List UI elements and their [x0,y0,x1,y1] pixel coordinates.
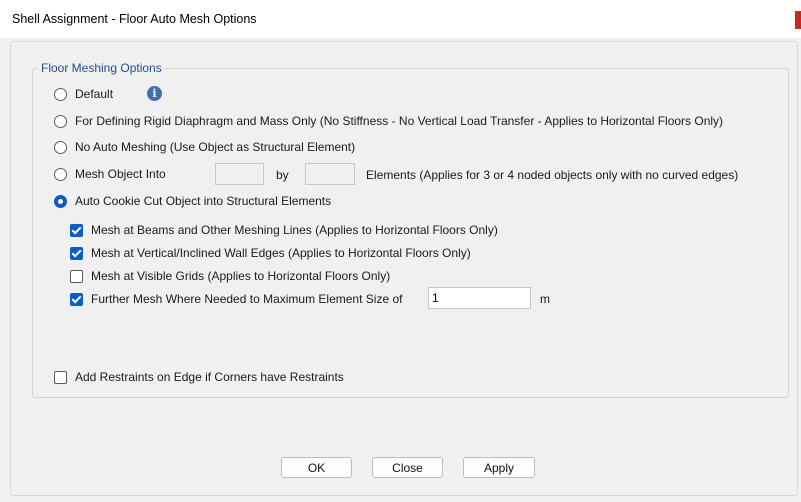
radio-auto-cookie-cut[interactable]: Auto Cookie Cut Object into Structural E… [54,192,331,210]
title-bar: Shell Assignment - Floor Auto Mesh Optio… [0,0,801,38]
radio-default-indicator[interactable] [54,87,67,101]
close-window-button[interactable] [795,11,801,29]
mesh-into-suffix: Elements (Applies for 3 or 4 noded objec… [366,168,739,182]
check-further-mesh-box[interactable] [70,292,83,306]
check-add-restraints-box[interactable] [54,370,67,384]
mesh-into-count-1-input[interactable] [216,164,263,184]
radio-no-auto-meshing-label: No Auto Meshing (Use Object as Structura… [75,140,356,154]
window-title: Shell Assignment - Floor Auto Mesh Optio… [12,12,257,26]
max-element-size-unit: m [540,292,550,306]
check-mesh-visible-grids-box[interactable] [70,269,83,283]
check-add-restraints[interactable]: Add Restraints on Edge if Corners have R… [54,368,344,386]
check-mesh-beams-box[interactable] [70,223,83,237]
check-mesh-beams-label: Mesh at Beams and Other Meshing Lines (A… [91,223,498,237]
apply-button[interactable]: Apply [463,457,535,478]
radio-mesh-object-into[interactable]: Mesh Object Into [54,165,166,183]
radio-no-auto-meshing-indicator[interactable] [54,140,67,154]
radio-mesh-object-into-label: Mesh Object Into [75,167,166,181]
group-title: Floor Meshing Options [38,61,165,75]
check-mesh-wall-edges-box[interactable] [70,246,83,260]
check-mesh-visible-grids-label: Mesh at Visible Grids (Applies to Horizo… [91,269,391,283]
check-further-mesh-label: Further Mesh Where Needed to Maximum Ele… [91,292,403,306]
check-mesh-visible-grids[interactable]: Mesh at Visible Grids (Applies to Horizo… [70,267,390,285]
check-mesh-wall-edges-label: Mesh at Vertical/Inclined Wall Edges (Ap… [91,246,471,260]
radio-rigid-diaphragm-label: For Defining Rigid Diaphragm and Mass On… [75,114,724,128]
mesh-into-count-1[interactable] [215,163,264,185]
info-icon[interactable]: i [147,86,162,101]
by-label: by [276,168,289,182]
radio-auto-cookie-cut-indicator[interactable] [54,194,67,208]
radio-no-auto-meshing[interactable]: No Auto Meshing (Use Object as Structura… [54,138,355,156]
radio-rigid-diaphragm[interactable]: For Defining Rigid Diaphragm and Mass On… [54,112,723,130]
check-further-mesh[interactable]: Further Mesh Where Needed to Maximum Ele… [70,290,402,308]
check-add-restraints-label: Add Restraints on Edge if Corners have R… [75,370,344,384]
radio-mesh-object-into-indicator[interactable] [54,167,67,181]
radio-rigid-diaphragm-indicator[interactable] [54,114,67,128]
max-element-size-input[interactable] [429,288,530,308]
radio-default-label: Default [75,87,114,101]
radio-auto-cookie-cut-label: Auto Cookie Cut Object into Structural E… [75,194,332,208]
ok-button[interactable]: OK [281,457,352,478]
check-mesh-beams[interactable]: Mesh at Beams and Other Meshing Lines (A… [70,221,498,239]
mesh-into-count-2[interactable] [305,163,355,185]
radio-default[interactable]: Default [54,85,113,103]
max-element-size-field[interactable] [428,287,531,309]
check-mesh-wall-edges[interactable]: Mesh at Vertical/Inclined Wall Edges (Ap… [70,244,471,262]
close-button[interactable]: Close [372,457,443,478]
mesh-into-count-2-input[interactable] [306,164,354,184]
